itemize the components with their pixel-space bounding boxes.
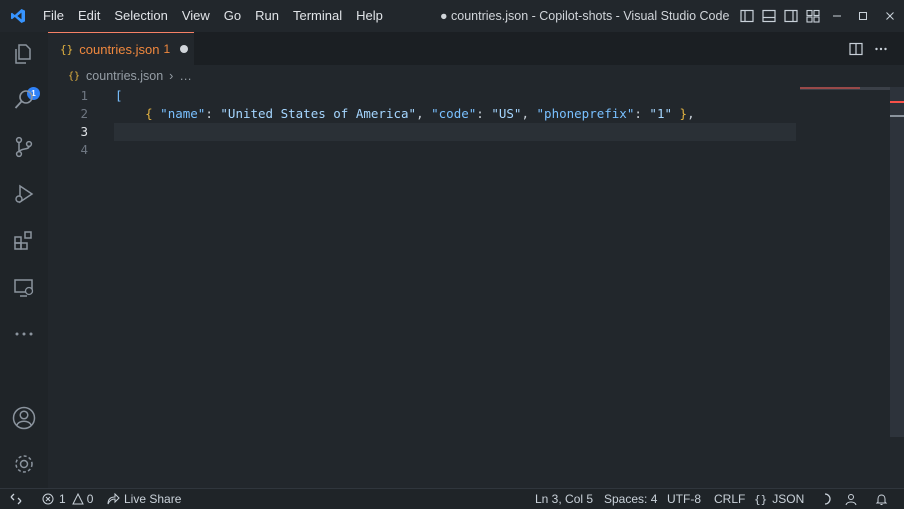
language-mode[interactable]: {} JSON — [754, 489, 804, 509]
breadcrumb-file[interactable]: countries.json — [86, 69, 163, 83]
tab-problem-count: 1 — [163, 42, 171, 56]
json-comma: , — [521, 106, 537, 121]
tab-countries-json[interactable]: {} countries.json 1 — [48, 32, 194, 65]
end-of-line[interactable]: CRLF — [714, 489, 745, 509]
problems-indicator[interactable]: 1 0 — [42, 489, 93, 509]
json-array-open: [ — [115, 88, 123, 103]
warning-icon — [71, 493, 84, 505]
unsaved-dot-icon[interactable] — [180, 45, 189, 53]
indentation[interactable]: Spaces: 4 — [604, 489, 657, 509]
window-controls — [736, 0, 904, 32]
copilot-spinner-icon[interactable] — [819, 489, 831, 509]
json-key: "name" — [160, 106, 206, 121]
notifications-bell-icon[interactable] — [875, 489, 888, 509]
editor-tab-strip: {} countries.json 1 — [48, 32, 904, 65]
json-comma: , — [687, 106, 695, 121]
minimize-icon[interactable] — [824, 0, 850, 32]
json-colon: : — [634, 106, 650, 121]
code-editor[interactable]: 1 2 3 4 [ { "name": "United States of Am… — [48, 87, 904, 488]
code-line-1[interactable]: [ — [115, 87, 123, 105]
language-label: JSON — [772, 491, 805, 506]
line-number-active: 3 — [80, 124, 88, 139]
close-icon[interactable] — [876, 0, 904, 32]
menu-edit[interactable]: Edit — [71, 0, 107, 32]
vertical-scrollbar[interactable] — [890, 87, 904, 437]
more-icon[interactable] — [0, 314, 48, 354]
scrollbar-cursor-marker — [890, 115, 904, 117]
tab-label: countries.json — [79, 41, 160, 57]
encoding[interactable]: UTF-8 — [667, 489, 701, 509]
json-file-icon: {} — [68, 70, 81, 82]
scrollbar-error-marker — [890, 101, 904, 103]
feedback-icon[interactable] — [845, 489, 858, 509]
json-file-icon: {} — [60, 42, 74, 56]
breadcrumb-separator: › — [169, 69, 174, 83]
code-line-2[interactable]: { "name": "United States of America", "c… — [115, 105, 695, 123]
cursor-position[interactable]: Ln 3, Col 5 — [535, 489, 593, 509]
menu-help[interactable]: Help — [349, 0, 390, 32]
run-debug-icon[interactable] — [0, 174, 48, 214]
search-icon[interactable] — [0, 80, 48, 120]
json-key: "phoneprefix" — [536, 106, 635, 121]
toggle-panel-icon[interactable] — [758, 0, 780, 32]
breadcrumb: {} countries.json › … — [48, 65, 904, 87]
remote-icon[interactable] — [10, 489, 22, 509]
split-editor-icon[interactable] — [843, 32, 869, 65]
menu-view[interactable]: View — [175, 0, 217, 32]
source-control-icon[interactable] — [0, 127, 48, 167]
menu-selection[interactable]: Selection — [107, 0, 174, 32]
menu-bar: File Edit Selection View Go Run Terminal… — [36, 0, 390, 32]
json-language-icon: {} — [754, 492, 768, 506]
menu-file[interactable]: File — [36, 0, 71, 32]
json-object-close: } — [672, 106, 688, 121]
accounts-icon[interactable] — [0, 398, 48, 438]
line-number: 4 — [80, 142, 88, 157]
menu-go[interactable]: Go — [217, 0, 248, 32]
live-share-label: Live Share — [124, 491, 182, 506]
more-actions-icon[interactable] — [868, 32, 894, 65]
status-bar: 1 0 Live Share Ln 3, Col 5 Spaces: 4 UTF… — [0, 488, 904, 508]
warning-count: 0 — [86, 491, 94, 506]
minimap-error-marker — [800, 87, 860, 89]
json-string-value: "1" — [649, 106, 672, 121]
toggle-secondary-sidebar-icon[interactable] — [780, 0, 802, 32]
activity-bar: 1 — [0, 32, 48, 488]
json-colon: : — [205, 106, 221, 121]
explorer-icon[interactable] — [0, 34, 48, 74]
toggle-primary-sidebar-icon[interactable] — [736, 0, 758, 32]
json-key: "code" — [431, 106, 477, 121]
json-object-open: { — [145, 106, 153, 121]
remote-explorer-icon[interactable] — [0, 268, 48, 308]
menu-run[interactable]: Run — [248, 0, 286, 32]
error-count: 1 — [59, 491, 66, 506]
line-number: 2 — [80, 106, 88, 121]
vscode-logo-icon — [0, 0, 36, 32]
window-title: ● countries.json - Copilot-shots - Visua… — [440, 9, 730, 23]
json-comma: , — [416, 106, 432, 121]
line-number: 1 — [80, 88, 88, 103]
maximize-icon[interactable] — [850, 0, 876, 32]
json-string-value: "US" — [491, 106, 522, 121]
error-icon — [42, 493, 54, 505]
menu-terminal[interactable]: Terminal — [286, 0, 349, 32]
live-share-icon — [107, 493, 120, 505]
current-line-highlight — [114, 123, 796, 141]
json-colon: : — [476, 106, 492, 121]
manage-gear-icon[interactable] — [0, 444, 48, 484]
title-bar: File Edit Selection View Go Run Terminal… — [0, 0, 904, 32]
live-share-button[interactable]: Live Share — [107, 489, 181, 509]
customize-layout-icon[interactable] — [802, 0, 824, 32]
extensions-icon[interactable] — [0, 220, 48, 260]
breadcrumb-more[interactable]: … — [179, 69, 192, 83]
json-string-value: "United States of America" — [220, 106, 417, 121]
